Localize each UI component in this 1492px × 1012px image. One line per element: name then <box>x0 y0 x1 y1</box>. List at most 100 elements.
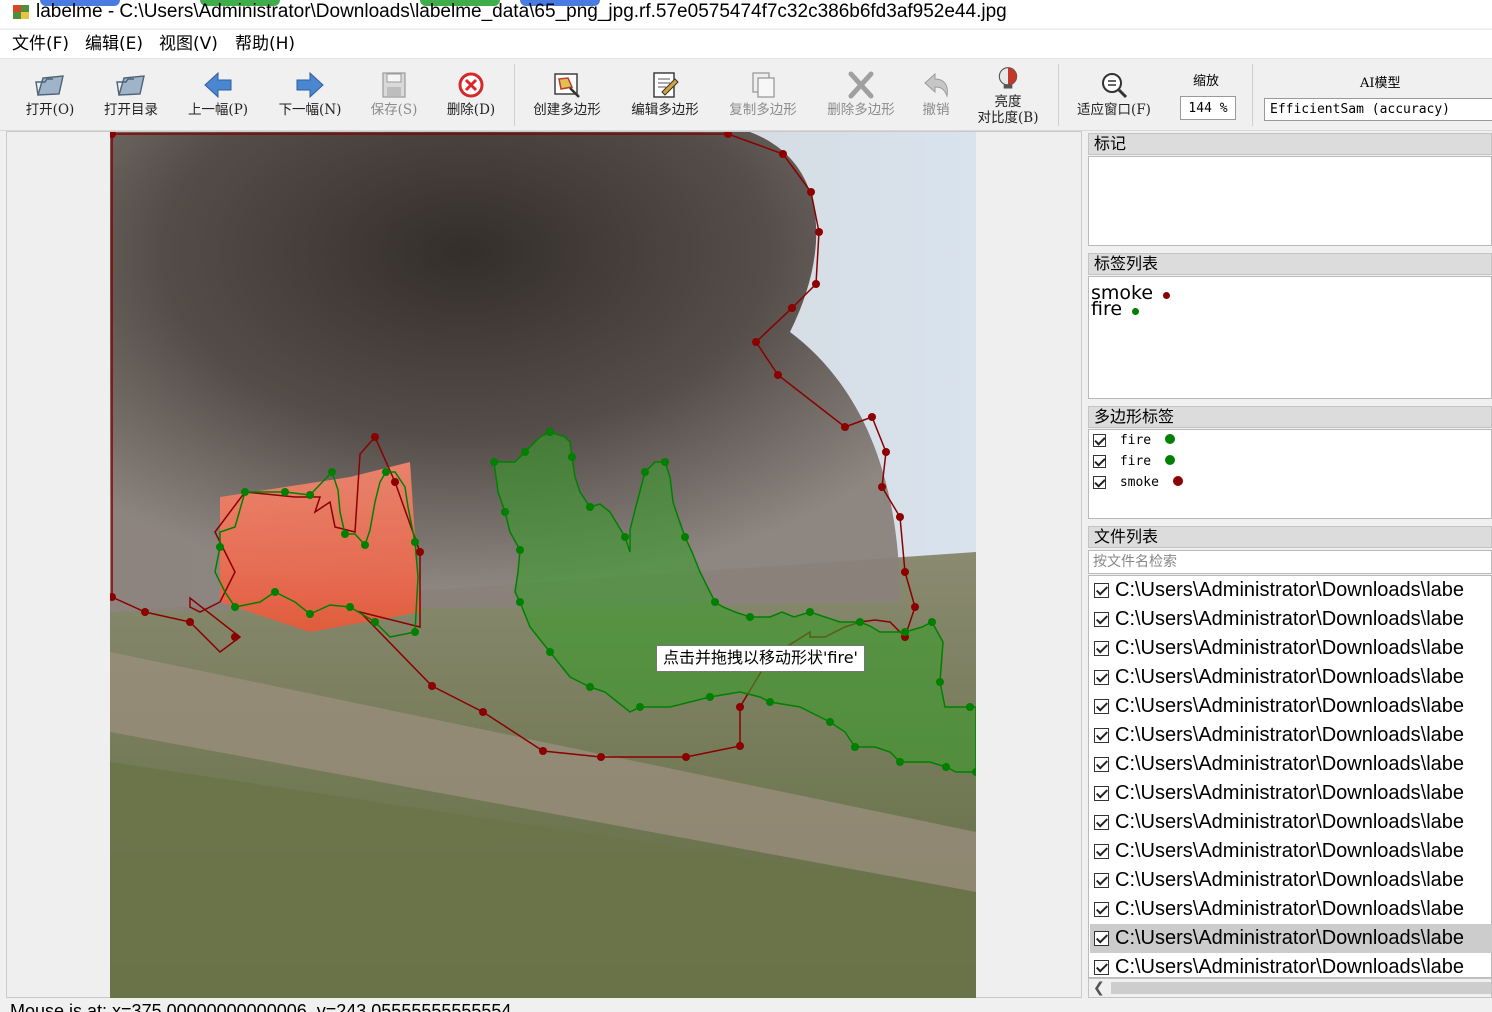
ai-model-label: AI模型 <box>1360 76 1401 91</box>
polygon-labels-panel: fire fire smoke <box>1088 429 1492 519</box>
polygon-row[interactable]: fire <box>1093 455 1175 475</box>
save-button[interactable]: 保存(S) <box>364 64 424 126</box>
create-polygon-icon <box>554 73 580 98</box>
file-path: C:\Users\Administrator\Downloads\labe <box>1115 579 1465 601</box>
file-checkbox[interactable] <box>1094 844 1109 860</box>
copy-polygon-button[interactable]: 复制多边形 <box>722 64 804 126</box>
file-list-item[interactable]: C:\Users\Administrator\Downloads\labe <box>1090 866 1492 895</box>
create-polygon-button[interactable]: 创建多边形 <box>526 64 608 126</box>
file-checkbox[interactable] <box>1094 960 1109 976</box>
polygon-color-dot <box>1172 476 1183 486</box>
zoom-fit-icon <box>1102 73 1128 99</box>
next-image-button[interactable]: 下一幅(N) <box>272 64 348 126</box>
toolbar-separator <box>514 64 515 126</box>
file-list-panel-title: 文件列表 <box>1088 526 1492 548</box>
open-dir-label: 打开目录 <box>104 102 158 118</box>
file-list-item[interactable]: C:\Users\Administrator\Downloads\labe <box>1090 692 1492 721</box>
file-list-item[interactable]: C:\Users\Administrator\Downloads\labe <box>1090 721 1492 750</box>
brightness-contrast-button[interactable]: 亮度 对比度(B) <box>970 64 1046 126</box>
zoom-input[interactable] <box>1180 96 1236 120</box>
menu-view[interactable]: 视图(V) <box>159 33 218 55</box>
file-checkbox[interactable] <box>1094 612 1109 628</box>
toolbar-separator <box>1058 64 1059 126</box>
file-checkbox[interactable] <box>1094 728 1109 744</box>
save-disk-icon <box>382 72 406 98</box>
file-path: C:\Users\Administrator\Downloads\labe <box>1115 956 1465 978</box>
file-list-horizontal-scrollbar[interactable]: ❮ <box>1088 978 1492 998</box>
toolbar-separator <box>1252 64 1253 126</box>
polygon-color-dot <box>1164 455 1175 465</box>
menu-edit[interactable]: 编辑(E) <box>85 33 143 55</box>
file-list-item[interactable]: C:\Users\Administrator\Downloads\labe <box>1090 895 1492 924</box>
polygon-row[interactable]: smoke <box>1093 476 1183 496</box>
label-list-item[interactable]: fire <box>1091 300 1140 319</box>
copy-icon <box>752 72 775 98</box>
file-path: C:\Users\Administrator\Downloads\labe <box>1115 782 1465 804</box>
file-list-item[interactable]: C:\Users\Administrator\Downloads\labe <box>1090 576 1492 605</box>
file-checkbox[interactable] <box>1094 699 1109 715</box>
scroll-left-icon[interactable]: ❮ <box>1093 979 1105 997</box>
open-dir-button[interactable]: 打开目录 <box>98 64 164 126</box>
file-checkbox[interactable] <box>1094 583 1109 599</box>
scrollbar-thumb[interactable] <box>1111 982 1491 994</box>
flags-panel <box>1088 156 1492 246</box>
polygon-checkbox[interactable] <box>1093 455 1106 468</box>
brightness-icon <box>998 67 1018 89</box>
polygon-label: smoke <box>1119 475 1159 490</box>
file-path: C:\Users\Administrator\Downloads\labe <box>1115 695 1465 717</box>
polygon-row[interactable]: fire <box>1093 434 1175 454</box>
label-list-panel: smoke fire <box>1088 276 1492 399</box>
polygon-label: fire <box>1119 433 1152 448</box>
file-checkbox[interactable] <box>1094 902 1109 918</box>
menu-file[interactable]: 文件(F) <box>12 33 69 55</box>
file-checkbox[interactable] <box>1094 931 1109 947</box>
file-path: C:\Users\Administrator\Downloads\labe <box>1115 753 1465 775</box>
mouse-position-status: Mouse is at: x=375.00000000000006, y=243… <box>10 1001 512 1012</box>
file-path: C:\Users\Administrator\Downloads\labe <box>1115 869 1465 891</box>
file-list-item[interactable]: C:\Users\Administrator\Downloads\labe <box>1090 605 1492 634</box>
file-list-item[interactable]: C:\Users\Administrator\Downloads\labe <box>1090 808 1492 837</box>
undo-label: 撤销 <box>922 102 950 118</box>
delete-file-button[interactable]: 删除(D) <box>440 64 502 126</box>
contrast-label: 对比度(B) <box>977 110 1039 126</box>
edit-pencil-icon <box>653 72 679 98</box>
ai-model-select[interactable]: EfficientSam (accuracy) <box>1264 98 1492 121</box>
flags-panel-title: 标记 <box>1088 133 1492 155</box>
file-checkbox[interactable] <box>1094 670 1109 686</box>
file-list-item[interactable]: C:\Users\Administrator\Downloads\labe <box>1090 779 1492 808</box>
arrow-left-icon <box>204 71 232 99</box>
menu-bar: 文件(F) 编辑(E) 视图(V) 帮助(H) <box>0 30 1492 59</box>
delete-polygon-button[interactable]: 删除多边形 <box>820 64 902 126</box>
file-path: C:\Users\Administrator\Downloads\labe <box>1115 666 1465 688</box>
file-list-item[interactable]: C:\Users\Administrator\Downloads\labe <box>1090 837 1492 866</box>
save-label: 保存(S) <box>370 102 418 118</box>
prev-image-button[interactable]: 上一幅(P) <box>180 64 256 126</box>
edit-polygon-button[interactable]: 编辑多边形 <box>624 64 706 126</box>
brightness-label: 亮度 <box>994 94 1022 110</box>
file-list-item[interactable]: C:\Users\Administrator\Downloads\labe <box>1090 750 1492 779</box>
file-search-input[interactable]: 按文件名检索 <box>1088 550 1492 574</box>
file-list-item[interactable]: C:\Users\Administrator\Downloads\labe <box>1090 953 1492 978</box>
file-checkbox[interactable] <box>1094 873 1109 889</box>
file-list-item-selected[interactable]: C:\Users\Administrator\Downloads\labe <box>1090 924 1492 953</box>
fit-window-button[interactable]: 适应窗口(F) <box>1068 64 1160 126</box>
menu-help[interactable]: 帮助(H) <box>235 33 295 55</box>
file-list-item[interactable]: C:\Users\Administrator\Downloads\labe <box>1090 634 1492 663</box>
file-checkbox[interactable] <box>1094 757 1109 773</box>
open-label: 打开(O) <box>25 102 75 118</box>
polygon-checkbox[interactable] <box>1093 476 1106 489</box>
image-canvas[interactable] <box>110 132 976 998</box>
file-path: C:\Users\Administrator\Downloads\labe <box>1115 811 1465 833</box>
open-button[interactable]: 打开(O) <box>18 64 82 126</box>
create-polygon-label: 创建多边形 <box>533 102 601 118</box>
folder-open-icon <box>116 75 145 96</box>
file-list-item[interactable]: C:\Users\Administrator\Downloads\labe <box>1090 663 1492 692</box>
canvas-tooltip: 点击并拖拽以移动形状'fire' <box>656 645 865 672</box>
file-checkbox[interactable] <box>1094 815 1109 831</box>
undo-button[interactable]: 撤销 <box>914 64 958 126</box>
polygon-checkbox[interactable] <box>1093 434 1106 447</box>
title-bar: labelme - C:\Users\Administrator\Downloa… <box>0 0 1492 28</box>
file-checkbox[interactable] <box>1094 641 1109 657</box>
file-checkbox[interactable] <box>1094 786 1109 802</box>
polygon-labels-panel-title: 多边形标签 <box>1088 406 1492 428</box>
